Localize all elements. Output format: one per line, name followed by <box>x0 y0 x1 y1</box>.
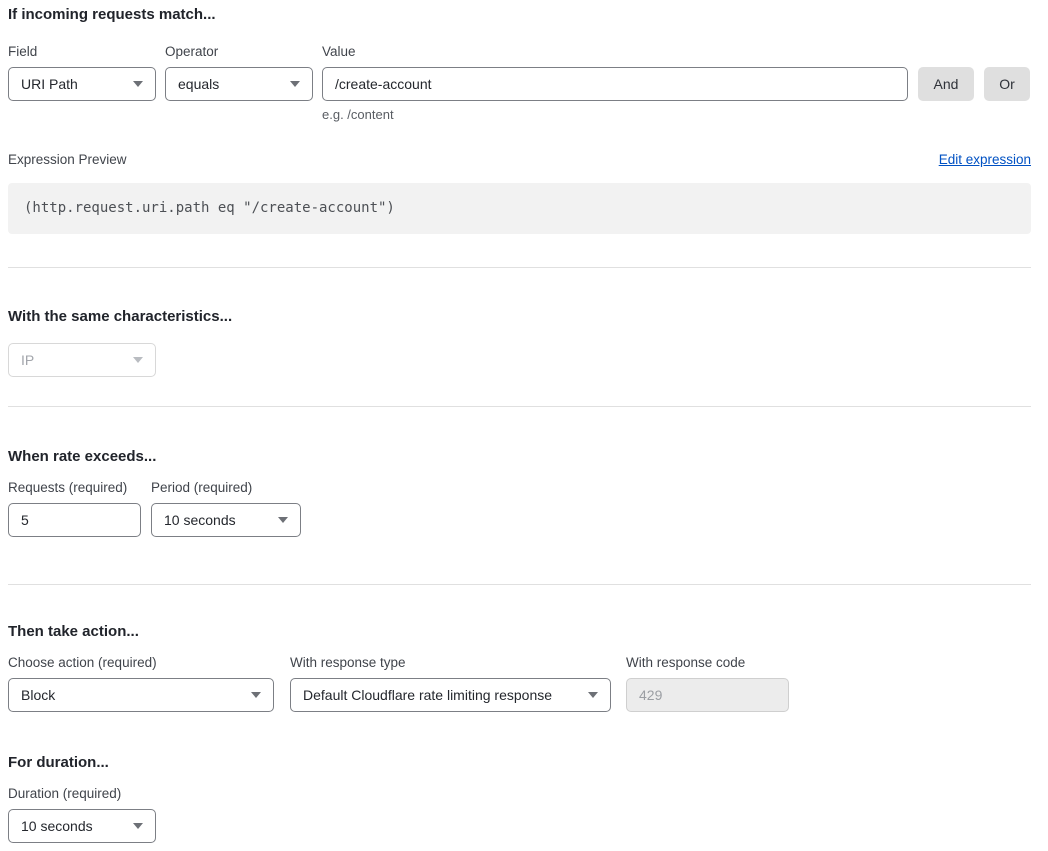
field-select-value: URI Path <box>21 76 78 92</box>
duration-section-heading: For duration... <box>8 753 1031 772</box>
response-type-label: With response type <box>290 654 611 671</box>
expression-preview-header: Expression Preview Edit expression <box>8 151 1031 168</box>
chevron-down-icon <box>133 823 143 829</box>
field-label: Field <box>8 43 156 60</box>
requests-label: Requests (required) <box>8 479 141 496</box>
response-type-select-value: Default Cloudflare rate limiting respons… <box>303 687 552 703</box>
period-select[interactable]: 10 seconds <box>151 503 301 537</box>
duration-select-value: 10 seconds <box>21 818 93 834</box>
operator-select[interactable]: equals <box>165 67 313 101</box>
rate-section-heading: When rate exceeds... <box>8 447 1031 466</box>
choose-action-select[interactable]: Block <box>8 678 274 712</box>
characteristic-select-value: IP <box>21 352 34 368</box>
value-input[interactable] <box>322 67 908 101</box>
value-helper-text: e.g. /content <box>322 107 908 123</box>
period-select-value: 10 seconds <box>164 512 236 528</box>
and-button[interactable]: And <box>918 67 974 101</box>
response-code-input <box>626 678 789 712</box>
chevron-down-icon <box>290 81 300 87</box>
response-type-select[interactable]: Default Cloudflare rate limiting respons… <box>290 678 611 712</box>
section-divider <box>8 267 1031 268</box>
requests-input[interactable] <box>8 503 141 537</box>
action-section-heading: Then take action... <box>8 622 1031 641</box>
edit-expression-link[interactable]: Edit expression <box>939 152 1031 167</box>
match-section-heading: If incoming requests match... <box>8 5 1031 24</box>
operator-label: Operator <box>165 43 313 60</box>
choose-action-label: Choose action (required) <box>8 654 274 671</box>
choose-action-select-value: Block <box>21 687 55 703</box>
chevron-down-icon <box>278 517 288 523</box>
rate-limiting-rule-form: If incoming requests match... Field URI … <box>0 0 1048 851</box>
response-code-label: With response code <box>626 654 789 671</box>
chevron-down-icon <box>133 357 143 363</box>
period-label: Period (required) <box>151 479 301 496</box>
duration-controls-row: Duration (required) 10 seconds <box>8 785 1031 843</box>
characteristics-section-heading: With the same characteristics... <box>8 307 1031 326</box>
chevron-down-icon <box>588 692 598 698</box>
expression-preview-label: Expression Preview <box>8 151 127 168</box>
action-controls-row: Choose action (required) Block With resp… <box>8 654 1031 712</box>
chevron-down-icon <box>133 81 143 87</box>
characteristic-select: IP <box>8 343 156 377</box>
or-button[interactable]: Or <box>984 67 1030 101</box>
value-label: Value <box>322 43 908 60</box>
logic-buttons: And Or <box>918 43 1030 101</box>
section-divider <box>8 406 1031 407</box>
field-select[interactable]: URI Path <box>8 67 156 101</box>
duration-select[interactable]: 10 seconds <box>8 809 156 843</box>
rate-controls-row: Requests (required) Period (required) 10… <box>8 479 1031 537</box>
expression-preview-code: (http.request.uri.path eq "/create-accou… <box>8 183 1031 234</box>
chevron-down-icon <box>251 692 261 698</box>
section-divider <box>8 584 1031 585</box>
duration-label: Duration (required) <box>8 785 156 802</box>
match-controls-row: Field URI Path Operator equals Value e.g… <box>8 43 1031 123</box>
operator-select-value: equals <box>178 76 219 92</box>
